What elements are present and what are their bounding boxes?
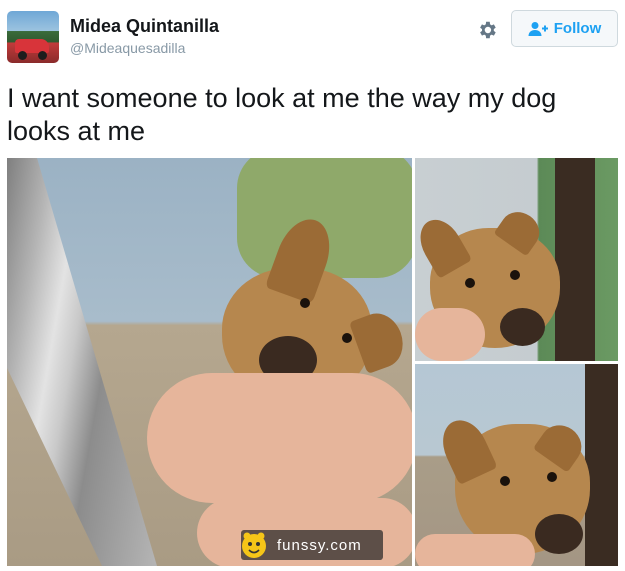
dog-eye [547,472,557,482]
author-name[interactable]: Midea Quintanilla [70,16,219,37]
photo-grid [7,158,618,566]
tweet-text: I want someone to look at me the way my … [7,83,557,146]
photo-bottom-right[interactable] [415,364,618,566]
follow-button[interactable]: Follow [511,10,618,47]
photo-main[interactable] [7,158,412,566]
gear-icon[interactable] [476,19,498,41]
legs [415,308,485,361]
dog-snout [500,308,545,346]
add-user-icon [528,21,548,36]
dog-snout [535,514,583,554]
dog-eye [342,333,352,343]
dog-eye [500,476,510,486]
watermark-text: funssy.com [277,536,362,554]
mascot-icon [242,532,266,558]
mirror-frame [7,158,157,566]
hair [555,158,595,361]
dog-eye [510,270,520,280]
avatar-wheel [38,51,47,60]
legs [147,373,412,503]
photo-top-right[interactable] [415,158,618,361]
dog-eye [300,298,310,308]
author-handle[interactable]: @Mideaquesadilla [70,40,185,56]
avatar-wheel [18,51,27,60]
watermark: funssy.com [241,530,383,560]
follow-label: Follow [553,20,602,37]
avatar[interactable] [7,11,59,63]
dog-eye [465,278,475,288]
legs [415,534,535,566]
hair [585,364,618,566]
